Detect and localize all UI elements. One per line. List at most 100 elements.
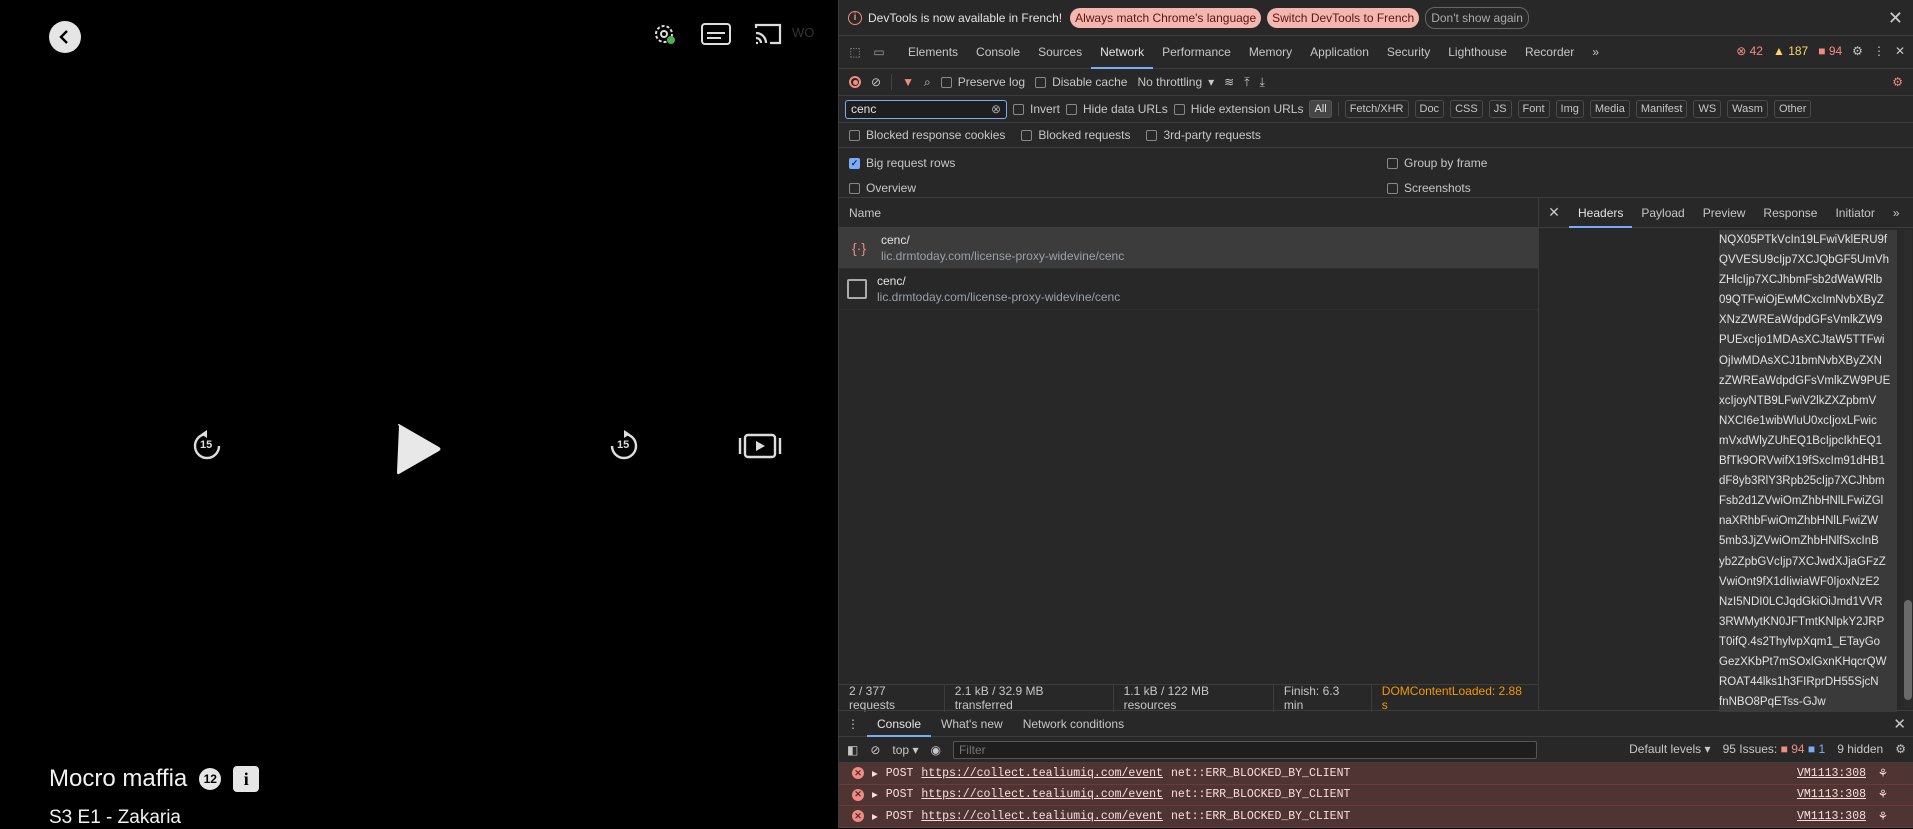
drawer-menu-icon[interactable]: ⋮ [839, 717, 867, 731]
forward-15-button[interactable]: 15 [606, 428, 642, 464]
drawer-tab-network-conditions[interactable]: Network conditions [1013, 711, 1134, 737]
blocked-cookies-checkbox[interactable]: Blocked response cookies [849, 128, 1005, 142]
close-devtools-icon[interactable]: ✕ [1895, 44, 1905, 58]
tab-recorder[interactable]: Recorder [1516, 36, 1583, 69]
log-source-link[interactable]: VM1113:308 [1797, 810, 1866, 823]
tab-elements[interactable]: Elements [899, 36, 967, 69]
group-by-frame-checkbox[interactable]: Group by frame [1387, 156, 1487, 170]
hide-extension-urls-checkbox[interactable]: Hide extension URLs [1173, 102, 1303, 116]
tab-sources[interactable]: Sources [1029, 36, 1091, 69]
tab-performance[interactable]: Performance [1153, 36, 1240, 69]
settings-gear-icon[interactable]: ⚙ [1852, 44, 1863, 58]
bug-report-icon[interactable]: ⚘ [1878, 809, 1888, 824]
video-player[interactable]: WO 15 15 Mocro maffia 12 i S3 E1 - Zakar… [0, 0, 838, 828]
info-button[interactable]: i [233, 766, 260, 792]
name-column-header[interactable]: Name [839, 198, 1538, 228]
switch-french-button[interactable]: Switch DevTools to French [1267, 7, 1420, 28]
type-filter-css[interactable]: CSS [1450, 100, 1483, 118]
clear-filter-icon[interactable]: ⊗ [991, 102, 1001, 116]
type-filter-manifest[interactable]: Manifest [1635, 100, 1688, 118]
table-row[interactable]: {·} cenc/ lic.drmtoday.com/license-proxy… [839, 228, 1538, 269]
throttling-select[interactable]: No throttling ▾ [1137, 75, 1214, 89]
detail-scrollbar[interactable] [1904, 230, 1912, 708]
tab-response[interactable]: Response [1754, 198, 1826, 228]
log-url[interactable]: https://collect.tealiumiq.com/event [921, 767, 1163, 780]
type-filter-doc[interactable]: Doc [1414, 100, 1445, 118]
live-expression-eye-icon[interactable]: ◉ [930, 743, 940, 757]
filter-input[interactable]: cenc ⊗ [845, 99, 1007, 119]
context-select[interactable]: top ▾ [892, 743, 918, 757]
clear-console-icon[interactable]: ⊘ [870, 743, 880, 757]
tab-application[interactable]: Application [1301, 36, 1378, 69]
header-value-token[interactable]: NQX05PTkVcIn19LFwiVklERU9f QVVESU9cIjp7X… [1719, 230, 1897, 713]
type-filter-fetch[interactable]: Fetch/XHR [1344, 100, 1409, 118]
search-icon[interactable]: ⌕ [924, 75, 931, 90]
clear-icon[interactable]: ⊘ [871, 75, 881, 89]
import-har-icon[interactable]: ⤒ [1244, 75, 1249, 90]
settings-gear-icon[interactable] [648, 20, 680, 48]
type-filter-media[interactable]: Media [1589, 100, 1630, 118]
tab-preview[interactable]: Preview [1694, 198, 1755, 228]
issues-summary[interactable]: 95 Issues: ■ 94 ■ 1 [1723, 742, 1826, 756]
expand-arrow-icon[interactable]: ▸ [872, 809, 878, 824]
inspect-element-icon[interactable]: ⬚ [843, 45, 867, 59]
bug-report-icon[interactable]: ⚘ [1878, 766, 1888, 781]
tab-security[interactable]: Security [1378, 36, 1439, 69]
tab-payload[interactable]: Payload [1632, 198, 1693, 228]
log-source-link[interactable]: VM1113:308 [1797, 767, 1866, 780]
type-filter-all[interactable]: All [1309, 100, 1332, 118]
device-toolbar-icon[interactable]: ▭ [867, 45, 891, 59]
bug-report-icon[interactable]: ⚘ [1878, 787, 1888, 802]
blocked-requests-checkbox[interactable]: Blocked requests [1021, 128, 1130, 142]
tab-initiator[interactable]: Initiator [1826, 198, 1883, 228]
dont-show-again-button[interactable]: Don't show again [1425, 6, 1529, 29]
console-filter-input[interactable] [952, 740, 1537, 759]
tab-memory[interactable]: Memory [1240, 36, 1301, 69]
more-tabs-icon[interactable]: » [1583, 36, 1608, 69]
type-filter-font[interactable]: Font [1517, 100, 1550, 118]
console-error-row[interactable]: ✕ ▸ POST https://collect.tealiumiq.com/e… [839, 806, 1913, 828]
table-row[interactable]: cenc/ lic.drmtoday.com/license-proxy-wid… [839, 269, 1538, 310]
export-har-icon[interactable]: ⤓ [1260, 75, 1265, 90]
close-drawer-icon[interactable]: ✕ [1893, 715, 1906, 733]
filter-icon[interactable]: ▼ [902, 75, 914, 89]
console-settings-icon[interactable]: ⚙ [1895, 742, 1906, 756]
disable-cache-checkbox[interactable]: Disable cache [1035, 75, 1127, 89]
overview-checkbox[interactable]: Overview [849, 181, 916, 195]
console-error-row[interactable]: ✕ ▸ POST https://collect.tealiumiq.com/e… [839, 763, 1913, 785]
cast-icon[interactable] [752, 20, 784, 48]
more-options-icon[interactable]: ⋮ [1873, 44, 1885, 58]
next-episode-button[interactable] [737, 432, 783, 460]
error-count[interactable]: ⊗ 42 [1736, 44, 1763, 58]
issue-count[interactable]: ■ 94 [1818, 44, 1842, 58]
expand-arrow-icon[interactable]: ▸ [872, 787, 878, 802]
warning-count[interactable]: ▲ 187 [1773, 44, 1808, 58]
subtitles-icon[interactable] [700, 20, 732, 48]
drawer-tab-console[interactable]: Console [867, 711, 932, 737]
console-error-row[interactable]: ✕ ▸ POST https://collect.tealiumiq.com/e… [839, 784, 1913, 806]
record-icon[interactable] [849, 76, 861, 88]
tab-network[interactable]: Network [1091, 36, 1154, 69]
back-button[interactable] [49, 21, 81, 53]
log-source-link[interactable]: VM1113:308 [1797, 788, 1866, 801]
type-filter-ws[interactable]: WS [1693, 100, 1722, 118]
big-request-rows-checkbox[interactable]: ✓ Big request rows [849, 156, 955, 170]
expand-arrow-icon[interactable]: ▸ [872, 766, 878, 781]
log-url[interactable]: https://collect.tealiumiq.com/event [921, 788, 1163, 801]
tab-headers[interactable]: Headers [1569, 198, 1633, 228]
drawer-tab-whats-new[interactable]: What's new [931, 711, 1013, 737]
close-detail-icon[interactable]: ✕ [1539, 204, 1569, 221]
network-settings-icon[interactable]: ⚙ [1892, 75, 1903, 89]
tab-console[interactable]: Console [967, 36, 1029, 69]
screenshots-checkbox[interactable]: Screenshots [1387, 181, 1471, 195]
infobar-close-icon[interactable]: ✕ [1888, 8, 1903, 29]
rewind-15-button[interactable]: 15 [189, 428, 225, 464]
log-url[interactable]: https://collect.tealiumiq.com/event [921, 810, 1163, 823]
type-filter-js[interactable]: JS [1488, 100, 1512, 118]
scrollbar-thumb[interactable] [1904, 600, 1912, 700]
type-filter-other[interactable]: Other [1773, 100, 1812, 118]
network-conditions-icon[interactable]: ≋ [1224, 75, 1234, 89]
more-detail-tabs-icon[interactable]: » [1884, 198, 1909, 228]
play-button[interactable] [393, 422, 443, 476]
invert-checkbox[interactable]: Invert [1013, 102, 1060, 116]
